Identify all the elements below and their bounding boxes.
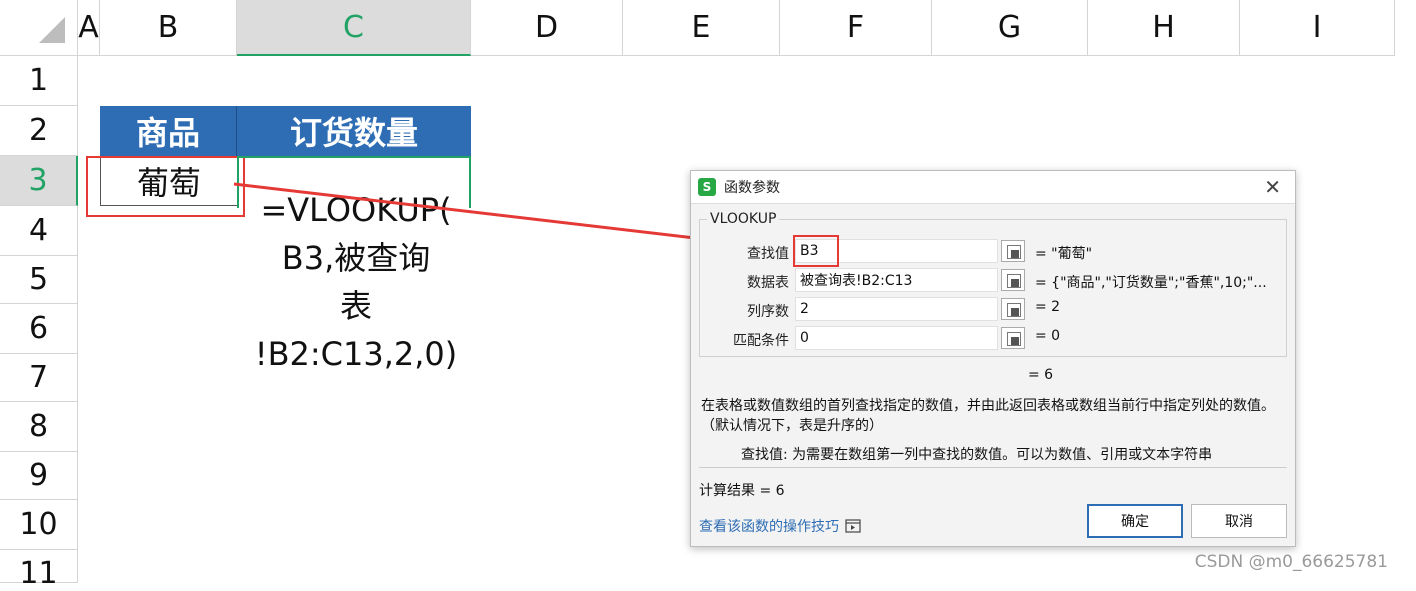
formula-result: = 6	[1028, 367, 1054, 383]
range-select-icon[interactable]	[1001, 327, 1025, 349]
arg-input-table[interactable]: 被查询表!B2:C13	[795, 268, 998, 292]
ok-button[interactable]: 确定	[1087, 504, 1183, 538]
divider	[699, 467, 1287, 468]
range-select-icon[interactable]	[1001, 240, 1025, 262]
app-logo-icon: S	[698, 178, 716, 196]
dialog-titlebar: S 函数参数 ✕	[691, 171, 1295, 204]
arg-input-match[interactable]: 0	[795, 326, 998, 350]
annotation-box-lookup	[793, 235, 839, 267]
video-icon	[845, 519, 861, 533]
function-description: 在表格或数值数组的首列查找指定的数值，并由此返回表格或数组当前行中指定列处的数值…	[701, 398, 1275, 434]
watermark: CSDN @m0_66625781	[1194, 552, 1388, 572]
dialog-title: 函数参数	[724, 180, 780, 196]
arg-label-match: 匹配条件	[733, 333, 789, 349]
function-name: VLOOKUP	[707, 211, 780, 227]
arg-label-col-index: 列序数	[747, 304, 789, 320]
argument-help: 查找值: 为需要在数组第一列中查找的数值。可以为数值、引用或文本字符串	[741, 447, 1213, 463]
close-icon[interactable]: ✕	[1264, 175, 1281, 199]
cancel-button[interactable]: 取消	[1191, 504, 1287, 538]
range-select-icon[interactable]	[1001, 269, 1025, 291]
arg-result-table: = {"商品","订货数量";"香蕉",10;"...	[1035, 275, 1267, 291]
arg-result-match: = 0	[1035, 328, 1061, 344]
arg-label-table: 数据表	[747, 275, 789, 291]
arg-result-lookup: = "葡萄"	[1035, 246, 1093, 262]
arg-label-lookup: 查找值	[747, 246, 789, 262]
range-select-icon[interactable]	[1001, 298, 1025, 320]
function-arguments-dialog: S 函数参数 ✕ VLOOKUP 查找值 B3 = "葡萄" 数据表 被查询表!…	[690, 170, 1296, 547]
arg-input-col-index[interactable]: 2	[795, 297, 998, 321]
help-link[interactable]: 查看该函数的操作技巧	[699, 516, 839, 536]
arg-result-col-index: = 2	[1035, 299, 1061, 315]
help-link-row[interactable]: 查看该函数的操作技巧	[699, 516, 861, 536]
calc-result: 计算结果 = 6	[699, 483, 785, 499]
